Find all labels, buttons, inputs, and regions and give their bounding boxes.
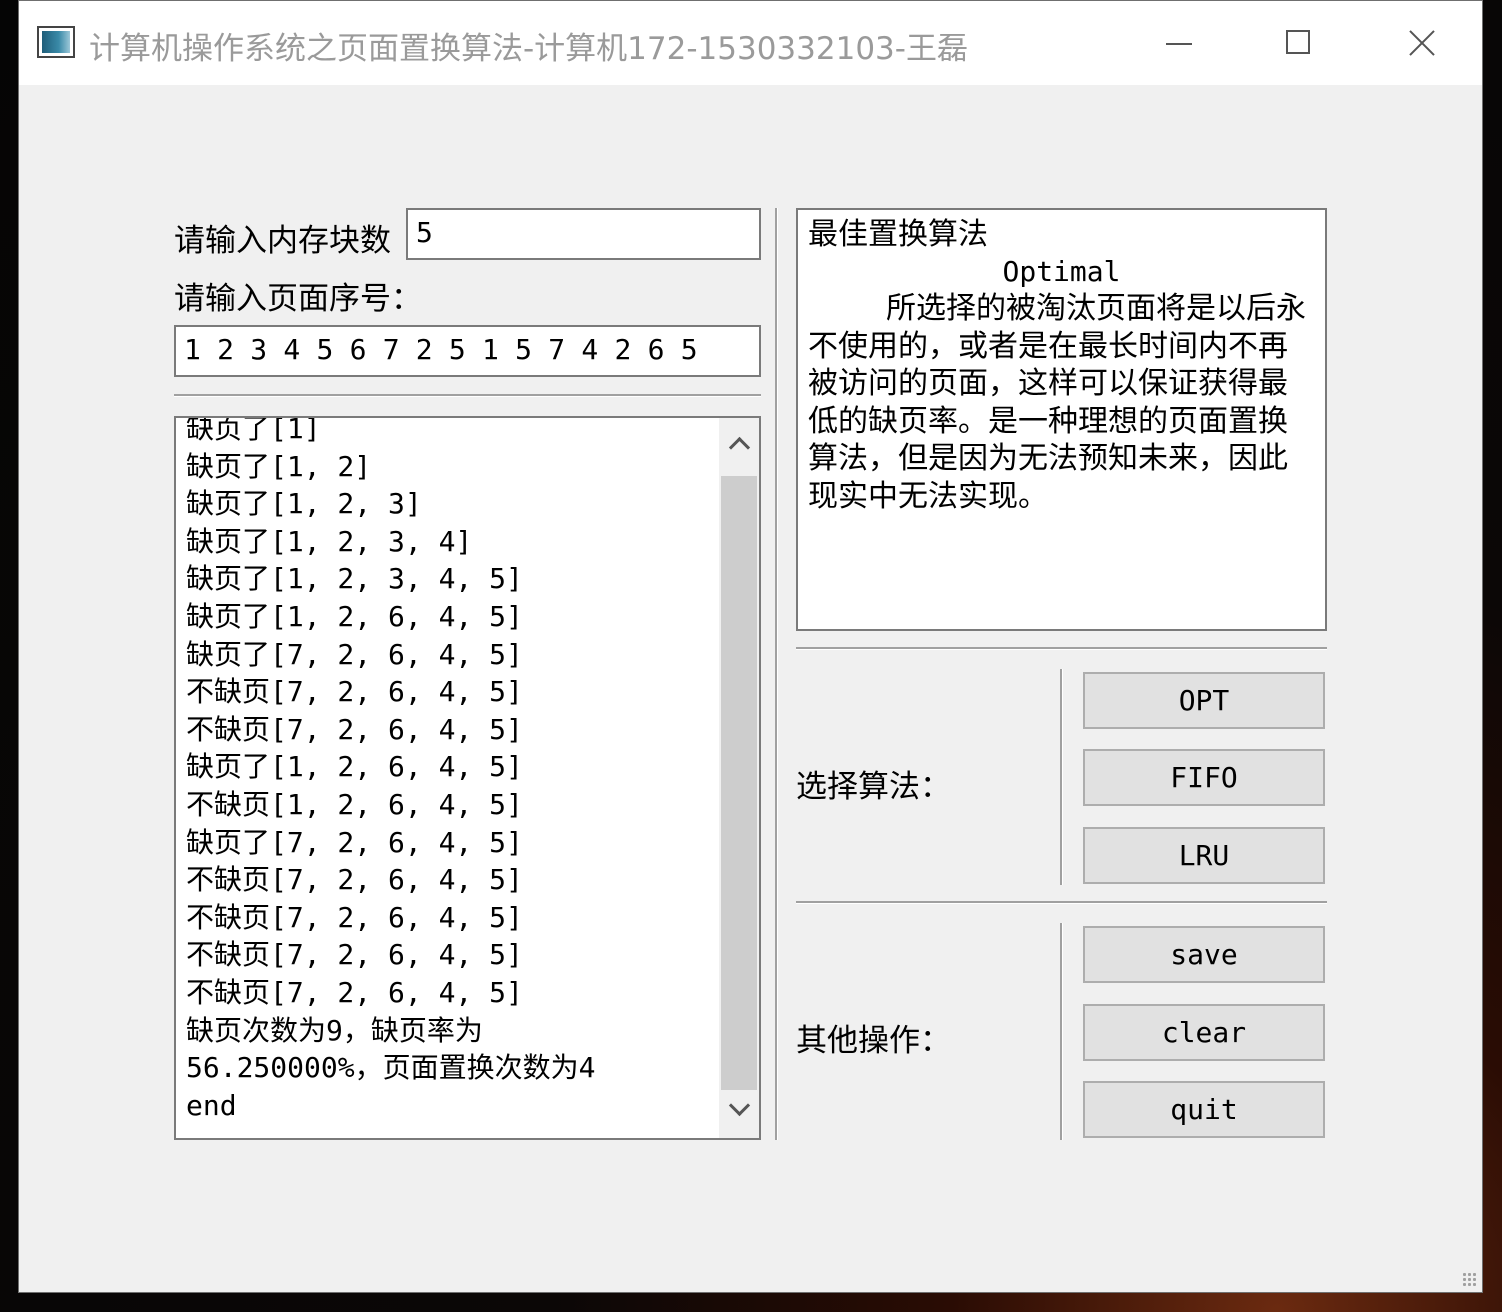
scroll-down-icon[interactable] <box>719 1084 759 1138</box>
right-divider-top <box>796 647 1327 650</box>
log-line: 缺页次数为9，缺页率为56.250000%，页面置换次数为4 <box>186 1013 596 1085</box>
opt-button[interactable]: OPT <box>1083 672 1325 729</box>
center-divider <box>775 208 778 1140</box>
app-icon <box>37 26 75 58</box>
memory-blocks-label: 请输入内存块数 <box>174 223 391 259</box>
close-icon[interactable] <box>1391 13 1451 73</box>
window-title: 计算机操作系统之页面置换算法-计算机172-1530332103-王磊 <box>89 31 968 67</box>
log-line: 不缺页[1, 2, 6, 4, 5] <box>186 787 523 821</box>
memory-blocks-input[interactable]: 5 <box>406 208 761 260</box>
resize-grip-icon[interactable] <box>1462 1272 1476 1286</box>
quit-button[interactable]: quit <box>1083 1081 1325 1138</box>
log-line: 不缺页[7, 2, 6, 4, 5] <box>186 975 523 1009</box>
log-lines: 缺页了[1] 缺页了[1, 2] 缺页了[1, 2, 3] 缺页了[1, 2, 3, … <box>186 416 716 1124</box>
log-line: 缺页了[1, 2, 3, 4] <box>186 524 473 558</box>
fifo-button[interactable]: FIFO <box>1083 749 1325 806</box>
log-line: 不缺页[7, 2, 6, 4, 5] <box>186 712 523 746</box>
log-line: 缺页了[1, 2, 6, 4, 5] <box>186 599 523 633</box>
maximize-icon[interactable] <box>1269 13 1329 73</box>
description-body: 所选择的被淘汰页面将是以后永不使用的，或者是在最长时间内不再被访问的页面，这样可… <box>808 291 1306 514</box>
log-line: 缺页了[7, 2, 6, 4, 5] <box>186 637 523 671</box>
log-scrollbar[interactable] <box>719 418 759 1138</box>
log-line: 不缺页[7, 2, 6, 4, 5] <box>186 900 523 934</box>
log-line: 不缺页[7, 2, 6, 4, 5] <box>186 863 523 897</box>
scroll-thumb[interactable] <box>721 476 757 1090</box>
log-line: 缺页了[1, 2, 3] <box>186 487 422 521</box>
description-title: 最佳置换算法 <box>808 217 988 252</box>
algorithm-group-divider <box>1060 669 1063 885</box>
operations-group-divider <box>1060 923 1063 1140</box>
left-divider <box>174 394 761 397</box>
scroll-up-icon[interactable] <box>719 418 759 472</box>
clear-button[interactable]: clear <box>1083 1004 1325 1061</box>
operations-label: 其他操作： <box>796 1023 951 1059</box>
minimize-icon[interactable] <box>1149 13 1209 73</box>
algorithm-label: 选择算法： <box>796 769 951 805</box>
lru-button[interactable]: LRU <box>1083 827 1325 884</box>
log-line: 不缺页[7, 2, 6, 4, 5] <box>186 675 523 709</box>
save-button[interactable]: save <box>1083 926 1325 983</box>
app-window: 计算机操作系统之页面置换算法-计算机172-1530332103-王磊 请输入内… <box>18 0 1483 1293</box>
page-sequence-input[interactable]: 1 2 3 4 5 6 7 2 5 1 5 7 4 2 6 5 <box>174 325 761 377</box>
log-line: 缺页了[1, 2, 6, 4, 5] <box>186 750 523 784</box>
description-subtitle: Optimal <box>1002 255 1121 288</box>
log-line: 缺页了[1] <box>186 416 321 445</box>
title-bar: 计算机操作系统之页面置换算法-计算机172-1530332103-王磊 <box>19 1 1482 85</box>
algorithm-description: 最佳置换算法 Optimal 所选择的被淘汰页面将是以后永不使用的，或者是在最长… <box>796 208 1327 631</box>
page-sequence-label: 请输入页面序号： <box>174 281 422 317</box>
log-line: 缺页了[7, 2, 6, 4, 5] <box>186 825 523 859</box>
log-line: 缺页了[1, 2] <box>186 449 372 483</box>
right-divider-bottom <box>796 901 1327 904</box>
log-line: 缺页了[1, 2, 3, 4, 5] <box>186 562 523 596</box>
result-log[interactable]: 缺页了[1] 缺页了[1, 2] 缺页了[1, 2, 3] 缺页了[1, 2, 3, … <box>174 416 761 1140</box>
log-line: 不缺页[7, 2, 6, 4, 5] <box>186 938 523 972</box>
log-line: end <box>186 1088 237 1122</box>
